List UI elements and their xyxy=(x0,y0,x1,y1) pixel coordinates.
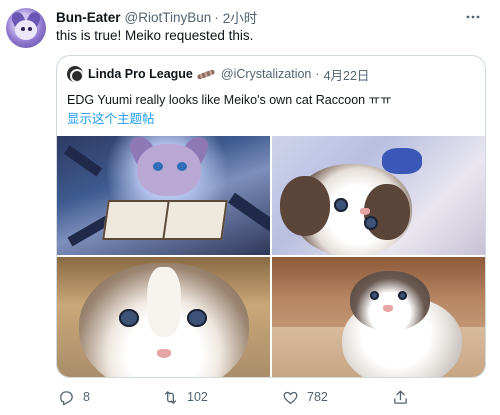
timestamp[interactable]: 2小时 xyxy=(223,7,258,27)
separator-dot: · xyxy=(214,9,219,25)
cat-eye xyxy=(370,291,379,300)
cat-nose xyxy=(383,305,393,312)
quote-avatar[interactable] xyxy=(67,66,83,82)
artwork-cat-eye xyxy=(177,162,187,171)
quote-tweet[interactable]: Linda Pro League @iCrystalization · 4月22… xyxy=(56,55,486,378)
artwork-shard xyxy=(228,192,270,232)
retweet-button[interactable]: 102 xyxy=(162,388,208,406)
baguette-emoji-icon xyxy=(197,69,217,79)
photo-cat-floor[interactable] xyxy=(272,257,485,377)
photo-yuumi-artwork[interactable] xyxy=(57,136,270,255)
cat-mask xyxy=(280,176,330,236)
tweet[interactable]: Bun-Eater @RiotTinyBun · 2小时 this is tru… xyxy=(0,0,500,415)
like-count: 782 xyxy=(307,390,328,404)
share-button[interactable] xyxy=(392,388,417,406)
quote-handle: @iCrystalization xyxy=(220,67,312,81)
cat-nose xyxy=(360,208,370,215)
like-icon xyxy=(283,391,298,404)
cat-eye xyxy=(187,309,207,327)
artwork-shard xyxy=(63,145,103,177)
tweet-header: Bun-Eater @RiotTinyBun · 2小时 xyxy=(56,7,258,27)
cat-eye xyxy=(398,291,407,300)
cat-head xyxy=(350,271,430,331)
retweet-count: 102 xyxy=(187,390,208,404)
artwork-book xyxy=(102,200,228,240)
quote-display-name: Linda Pro League xyxy=(88,67,193,81)
avatar-eye-left xyxy=(21,27,25,31)
retweet-icon xyxy=(164,390,177,404)
artwork-cat-eye xyxy=(153,162,163,171)
cat-mask xyxy=(364,184,410,240)
avatar-eye-right xyxy=(28,27,32,31)
show-thread-link[interactable]: 显示这个主题帖 xyxy=(67,108,155,127)
cat-nose xyxy=(157,349,171,358)
reply-icon xyxy=(60,390,73,405)
avatar[interactable] xyxy=(6,8,46,48)
cat-blaze xyxy=(147,267,181,337)
tweet-text: this is true! Meiko requested this. xyxy=(56,28,254,43)
artwork-cat-head xyxy=(137,144,201,196)
user-handle[interactable]: @RiotTinyBun xyxy=(125,10,212,25)
photo-cat-lace[interactable] xyxy=(272,136,485,255)
like-button[interactable]: 782 xyxy=(282,388,328,406)
cat-eye xyxy=(364,216,378,230)
blue-lace xyxy=(382,148,422,174)
display-name[interactable]: Bun-Eater xyxy=(56,10,121,25)
share-icon xyxy=(394,389,407,404)
quote-date: 4月22日 xyxy=(323,68,370,83)
cat-eye xyxy=(119,309,139,327)
quote-header: Linda Pro League @iCrystalization · 4月22… xyxy=(67,66,370,83)
avatar-face xyxy=(15,20,37,40)
cat-eye xyxy=(334,198,348,212)
reply-button[interactable]: 8 xyxy=(58,388,90,406)
reply-count: 8 xyxy=(83,390,90,404)
quote-separator-dot: · xyxy=(315,67,320,81)
more-horizontal-icon[interactable] xyxy=(464,9,482,25)
quote-text: EDG Yuumi really looks like Meiko's own … xyxy=(67,93,392,107)
photo-cat-closeup[interactable] xyxy=(57,257,270,377)
more-horizontal-icon-svg xyxy=(466,15,480,19)
